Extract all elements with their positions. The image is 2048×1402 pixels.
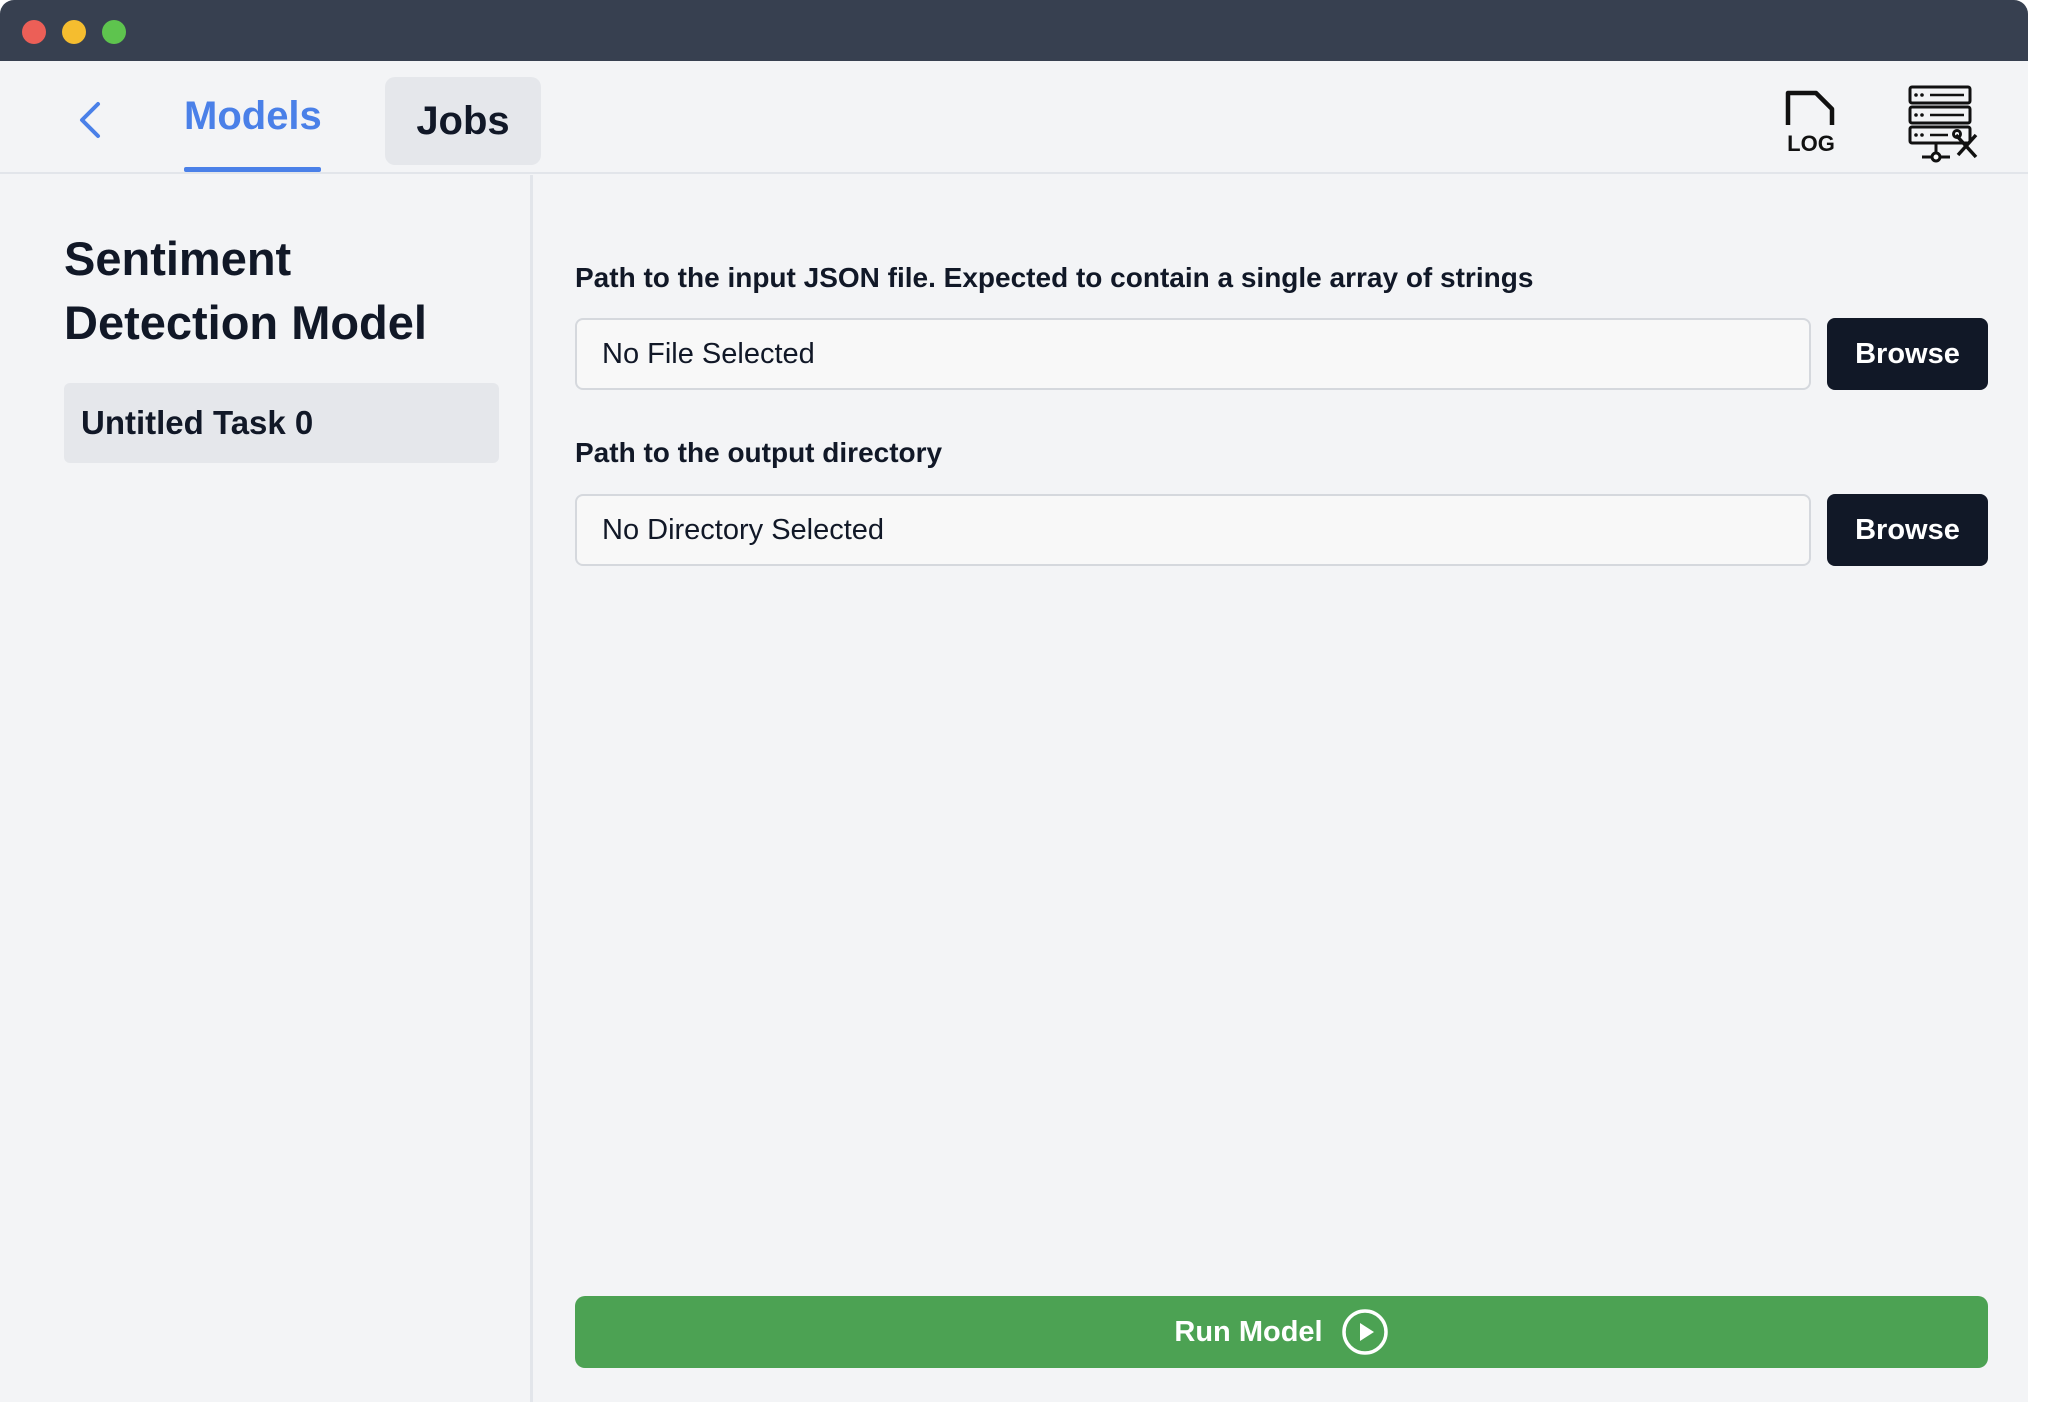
tab-models[interactable]: Models [184, 61, 322, 172]
browse-input-file-button[interactable]: Browse [1827, 318, 1988, 390]
log-file-icon: LOG [1785, 90, 1835, 156]
play-circle-icon [1341, 1309, 1388, 1355]
run-model-label: Run Model [1174, 1315, 1323, 1348]
log-button[interactable]: LOG [1776, 87, 1846, 157]
active-tab-indicator [184, 167, 321, 172]
chevron-left-icon [80, 102, 100, 138]
log-icon-text: LOG [1787, 131, 1835, 156]
sidebar: Sentiment Detection Model Untitled Task … [0, 175, 533, 1402]
app-window: Models Jobs LOG Sentiment Detection Mode… [0, 0, 2028, 1402]
back-button[interactable] [70, 97, 110, 143]
task-item[interactable]: Untitled Task 0 [64, 383, 499, 463]
output-dir-label: Path to the output directory [575, 437, 943, 468]
model-title: Sentiment Detection Model [64, 232, 427, 349]
top-nav: Models Jobs LOG [0, 61, 2028, 174]
output-dir-field[interactable] [575, 494, 1811, 566]
input-file-field[interactable] [575, 318, 1811, 390]
server-tools-icon [1908, 85, 1978, 163]
run-model-button[interactable]: Run Model [575, 1296, 1988, 1368]
server-settings-button[interactable] [1900, 81, 1984, 165]
minimize-window-button[interactable] [62, 20, 86, 44]
title-bar [0, 0, 2028, 61]
browse-output-dir-button[interactable]: Browse [1827, 494, 1988, 566]
close-window-button[interactable] [22, 20, 46, 44]
maximize-window-button[interactable] [102, 20, 126, 44]
tab-jobs[interactable]: Jobs [385, 77, 541, 165]
input-file-label: Path to the input JSON file. Expected to… [575, 262, 1534, 293]
